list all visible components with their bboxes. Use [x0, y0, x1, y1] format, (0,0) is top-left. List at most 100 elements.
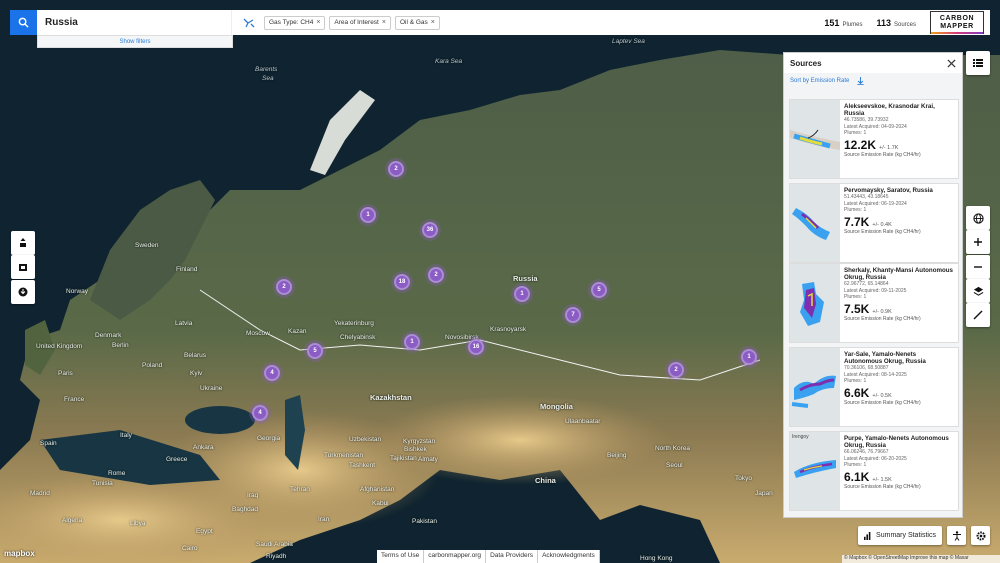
map-label: Japan	[755, 490, 773, 497]
source-emission-rate: 6.6K	[844, 385, 870, 400]
plume-cluster-marker[interactable]: 2	[276, 279, 292, 295]
plume-cluster-marker[interactable]: 2	[388, 161, 404, 177]
plume-cluster-marker[interactable]: 5	[591, 282, 607, 298]
filter-chip-label: Area of Interest	[334, 19, 379, 26]
stats-group: 151 Plumes 113 Sources CARBON MAPPER	[824, 11, 990, 34]
source-thumbnail	[790, 184, 840, 262]
map-label: Paris	[58, 370, 73, 377]
plume-cluster-marker[interactable]: 1	[360, 207, 376, 223]
plume-cluster-marker[interactable]: 18	[394, 274, 410, 290]
plume-cluster-marker[interactable]: 4	[252, 405, 268, 421]
acknowledgments-link[interactable]: Acknowledgments	[538, 550, 600, 563]
map-label: Ukraine	[200, 385, 223, 392]
map-label: Italy	[120, 432, 132, 439]
map-label: Berlin	[112, 342, 129, 349]
filter-chip-gas-type[interactable]: Gas Type: CH4 ×	[264, 15, 326, 30]
plume-cluster-marker[interactable]: 1	[514, 286, 530, 302]
accessibility-button[interactable]	[947, 526, 966, 545]
plumes-stat: 151 Plumes	[824, 18, 862, 28]
source-thumbnail	[790, 264, 840, 342]
close-icon[interactable]: ×	[431, 19, 435, 26]
plume-cluster-marker[interactable]: 2	[428, 267, 444, 283]
logo-line: CARBON	[939, 14, 975, 22]
filter-chip-area-of-interest[interactable]: Area of Interest ×	[329, 15, 391, 30]
top-bar: Russia Gas Type: CH4 × Area of Interest × …	[10, 10, 990, 35]
mapbox-logo[interactable]: mapbox	[4, 549, 35, 558]
minus-icon	[974, 266, 982, 268]
plume-cluster-marker[interactable]: 1	[404, 334, 420, 350]
plume-cluster-marker[interactable]: 4	[264, 365, 280, 381]
plume-cluster-marker[interactable]: 7	[565, 307, 581, 323]
sort-control[interactable]: Sort by Emission Rate	[784, 73, 962, 89]
map-label: North Korea	[655, 445, 691, 452]
map-label: Finland	[176, 266, 198, 273]
map-label: Yekaterinburg	[334, 320, 374, 327]
pipeline-filter-icon[interactable]	[238, 17, 260, 29]
map-label: Poland	[142, 362, 163, 369]
map-label: Uzbekistan	[349, 436, 382, 443]
summary-statistics-button[interactable]: Summary Statistics	[858, 526, 942, 545]
map-label: Laptev Sea	[612, 38, 645, 45]
show-filters-link[interactable]: Show filters	[37, 35, 233, 48]
close-icon[interactable]: ×	[382, 19, 386, 26]
source-card[interactable]: Yar-Sale, Yamalo-Nenets Autonomous Okrug…	[789, 347, 959, 427]
map-label: Sea	[262, 75, 274, 82]
map-label: France	[64, 396, 85, 403]
carbonmapper-link[interactable]: carbonmapper.org	[424, 550, 487, 563]
plume-cluster-marker[interactable]: 5	[307, 343, 323, 359]
layers-tool-button[interactable]	[11, 255, 35, 279]
map-label: Beijing	[607, 452, 627, 459]
source-card[interactable]: Alekseevskoe, Krasnodar Krai, Russia 46.…	[789, 99, 959, 179]
plume-cluster-marker[interactable]: 16	[468, 339, 484, 355]
settings-button[interactable]	[971, 526, 990, 545]
source-card[interactable]: Irengoy Purpe, Yamalo-Nenets Autonomous …	[789, 431, 959, 511]
plume-cluster-marker[interactable]: 36	[422, 222, 438, 238]
download-tool-button[interactable]	[11, 280, 35, 304]
map-attribution[interactable]: © Mapbox © OpenStreetMap Improve this ma…	[842, 555, 1000, 563]
source-name: Yar-Sale, Yamalo-Nenets Autonomous Okrug…	[844, 351, 926, 365]
source-thumbnail	[790, 348, 840, 426]
search-button[interactable]	[10, 10, 37, 35]
measure-button[interactable]	[966, 303, 990, 327]
upload-tool-button[interactable]	[11, 231, 35, 255]
source-name: Purpe, Yamalo-Nenets Autonomous Okrug, R…	[844, 435, 949, 449]
emission-unit-label: Source Emission Rate (kg CH4/hr)	[844, 315, 921, 322]
plume-cluster-marker[interactable]: 1	[741, 349, 757, 365]
map-label: Denmark	[95, 332, 122, 339]
close-icon[interactable]: ×	[316, 19, 320, 26]
close-icon[interactable]	[947, 58, 956, 68]
source-card[interactable]: Sherkaly, Khanty-Mansi Autonomous Okrug,…	[789, 263, 959, 343]
map-label: Tunisia	[92, 480, 113, 487]
search-input[interactable]: Russia	[37, 10, 232, 35]
upload-icon	[20, 238, 26, 247]
emission-unit-label: Source Emission Rate (kg CH4/hr)	[844, 151, 921, 158]
basemap-layers-button[interactable]	[966, 279, 990, 303]
source-plumes: Plumes: 1	[844, 207, 867, 213]
download-icon	[18, 287, 28, 297]
emission-unit-label: Source Emission Rate (kg CH4/hr)	[844, 483, 921, 490]
sort-arrow-icon[interactable]	[857, 77, 865, 85]
map-label: Afghanistan	[360, 486, 395, 493]
map-label: Tokyo	[735, 475, 752, 482]
list-view-button[interactable]	[966, 51, 990, 75]
plume-cluster-marker[interactable]: 2	[668, 362, 684, 378]
zoom-in-button[interactable]	[966, 230, 990, 254]
source-name: Pervomaysky, Saratov, Russia	[844, 187, 933, 194]
data-providers-link[interactable]: Data Providers	[486, 550, 539, 563]
globe-button[interactable]	[966, 206, 990, 230]
ruler-icon	[973, 310, 983, 320]
map-label: Hong Kong	[640, 555, 673, 562]
terms-of-use-link[interactable]: Terms of Use	[377, 550, 425, 563]
map-label: Kyiv	[190, 370, 203, 377]
carbon-mapper-logo[interactable]: CARBON MAPPER	[930, 11, 984, 34]
map-label: Norway	[66, 288, 89, 295]
map-label: Sweden	[135, 242, 159, 249]
source-uncertainty: +/- 0.4K	[872, 221, 892, 228]
source-card[interactable]: Pervomaysky, Saratov, Russia 51.43443, 4…	[789, 183, 959, 263]
source-emission-rate: 7.7K	[844, 214, 870, 229]
zoom-out-button[interactable]	[966, 255, 990, 279]
map-label: Seoul	[666, 462, 683, 469]
map-label: Ulaanbaatar	[565, 418, 601, 425]
source-emission-rate: 6.1K	[844, 469, 870, 484]
filter-chip-oil-gas[interactable]: Oil & Gas ×	[394, 15, 440, 30]
